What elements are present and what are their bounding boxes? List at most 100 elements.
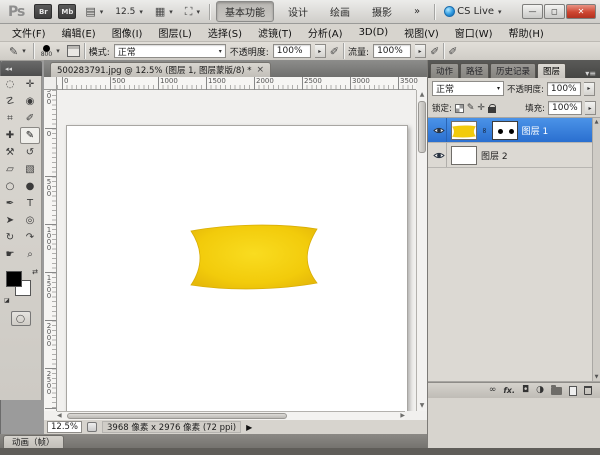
canvas-page[interactable]: [66, 125, 408, 411]
tool-clone-stamp[interactable]: ⚒: [0, 144, 20, 161]
menu-image[interactable]: 图像(I): [104, 25, 151, 40]
close-tab-icon[interactable]: ×: [257, 65, 265, 75]
menu-filter[interactable]: 滤镜(T): [250, 25, 300, 40]
workspace-photography-button[interactable]: 摄影: [364, 2, 400, 21]
arrange-documents-button[interactable]: ▦: [152, 5, 176, 18]
workspace-overflow-button[interactable]: »: [406, 4, 428, 19]
tool-path-selection[interactable]: ➤: [0, 212, 20, 229]
menu-edit[interactable]: 编辑(E): [54, 25, 104, 40]
tools-panel-collapse-button[interactable]: ◂◂: [1, 61, 42, 76]
minimize-button[interactable]: —: [522, 4, 543, 19]
canvas-pasteboard[interactable]: [57, 90, 416, 411]
tab-history[interactable]: 历史记录: [490, 63, 536, 78]
status-menu-arrow-icon[interactable]: ▶: [246, 423, 252, 432]
tool-lasso[interactable]: ☡: [0, 93, 20, 110]
tool-type[interactable]: T: [20, 195, 40, 212]
link-layers-icon[interactable]: ∞: [489, 386, 497, 395]
tool-gradient[interactable]: ▧: [20, 161, 40, 178]
tab-paths[interactable]: 路径: [460, 63, 489, 78]
layer-row-2[interactable]: 图层 2: [428, 143, 600, 168]
ruler-origin-box[interactable]: [44, 77, 57, 90]
foreground-color-swatch[interactable]: [6, 271, 22, 287]
screen-mode-button[interactable]: ⛶: [182, 5, 203, 18]
tool-healing-brush[interactable]: ✚: [0, 127, 20, 144]
layer-thumbnail[interactable]: [451, 121, 477, 140]
new-layer-icon[interactable]: [569, 386, 577, 396]
status-zoom-input[interactable]: 12.5%: [47, 421, 82, 433]
scroll-right-icon[interactable]: ▶: [400, 412, 405, 420]
lock-paint-icon[interactable]: ✎: [467, 104, 475, 113]
brush-preset-picker[interactable]: 800: [38, 44, 63, 59]
zoom-level-button[interactable]: 12.5: [112, 6, 146, 18]
tab-layers[interactable]: 图层: [537, 63, 566, 78]
menu-window[interactable]: 窗口(W): [447, 25, 501, 40]
tool-dodge[interactable]: ●: [20, 178, 40, 195]
bridge-button[interactable]: Br: [34, 4, 52, 19]
new-group-icon[interactable]: [551, 387, 562, 395]
adjustment-layer-icon[interactable]: ◑: [536, 386, 544, 395]
brush-tool-preset-button[interactable]: ✎: [6, 45, 29, 58]
layer-row-1[interactable]: ∞ 图层 1: [428, 118, 600, 143]
tool-3d-object-rotate[interactable]: ↻: [0, 229, 20, 246]
layer-mask-thumbnail[interactable]: [492, 121, 518, 140]
flow-slider-button[interactable]: [415, 44, 426, 58]
flow-input[interactable]: 100%: [373, 44, 411, 58]
animation-frames-tab[interactable]: 动画（帧）: [3, 435, 64, 448]
tool-pen[interactable]: ✒: [0, 195, 20, 212]
view-extras-button[interactable]: ▤: [82, 5, 106, 18]
maximize-button[interactable]: ◻: [544, 4, 565, 19]
mask-link-icon[interactable]: ∞: [480, 127, 489, 134]
airbrush-icon[interactable]: ✐: [330, 46, 339, 57]
layer-name[interactable]: 图层 2: [481, 149, 508, 162]
workspace-painting-button[interactable]: 绘画: [322, 2, 358, 21]
horizontal-scroll-thumb[interactable]: [67, 413, 287, 419]
tool-blur[interactable]: ○: [0, 178, 20, 195]
menu-file[interactable]: 文件(F): [4, 25, 54, 40]
lock-all-icon[interactable]: [488, 104, 496, 113]
tab-actions[interactable]: 动作: [430, 63, 459, 78]
layer-blend-mode-select[interactable]: 正常 ▾: [432, 81, 504, 96]
workspace-design-button[interactable]: 设计: [280, 2, 316, 21]
quick-mask-button[interactable]: ◯: [11, 311, 31, 326]
menu-select[interactable]: 选择(S): [200, 25, 250, 40]
tool-eraser[interactable]: ▱: [0, 161, 20, 178]
menu-layer[interactable]: 图层(L): [150, 25, 199, 40]
scroll-up-icon[interactable]: ▲: [595, 119, 599, 125]
scroll-up-icon[interactable]: ▲: [417, 90, 427, 100]
layer-thumbnail[interactable]: [451, 146, 477, 165]
minibridge-button[interactable]: Mb: [58, 4, 76, 19]
document-tab[interactable]: 500283791.jpg @ 12.5% (图层 1, 图层蒙版/8) * ×: [50, 62, 271, 77]
opacity-input[interactable]: 100%: [273, 44, 311, 58]
visibility-toggle[interactable]: [431, 143, 447, 167]
tool-zoom[interactable]: ⌕: [20, 246, 40, 263]
scroll-down-icon[interactable]: ▼: [417, 401, 427, 411]
layer-fill-slider-button[interactable]: [585, 101, 596, 115]
scroll-down-icon[interactable]: ▼: [595, 374, 599, 380]
workspace-essentials-button[interactable]: 基本功能: [216, 1, 274, 22]
layer-style-icon[interactable]: fx.: [503, 387, 515, 395]
cs-live-button[interactable]: CS Live: [441, 5, 504, 18]
opacity-slider-button[interactable]: [315, 44, 326, 58]
tool-eyedropper[interactable]: ✐: [20, 110, 40, 127]
lock-transparency-icon[interactable]: [455, 104, 464, 113]
blend-mode-select[interactable]: 正常 ▾: [114, 44, 226, 58]
lock-position-icon[interactable]: ✛: [477, 104, 485, 113]
default-colors-icon[interactable]: ◪: [4, 297, 10, 304]
tool-hand[interactable]: ☛: [0, 246, 20, 263]
add-layer-mask-icon[interactable]: ◘: [522, 386, 529, 395]
horizontal-scrollbar[interactable]: ◀ ▶: [57, 411, 405, 420]
tool-crop[interactable]: ⌗: [0, 110, 20, 127]
tool-elliptical-marquee[interactable]: ◌: [0, 76, 20, 93]
tool-quick-selection[interactable]: ◉: [20, 93, 40, 110]
vertical-scrollbar[interactable]: ▲ ▼: [416, 90, 427, 411]
tool-brush[interactable]: ✎: [20, 127, 40, 144]
menu-analysis[interactable]: 分析(A): [300, 25, 351, 40]
menu-view[interactable]: 视图(V): [396, 25, 447, 40]
panel-scrollbar[interactable]: ▲ ▼: [592, 118, 600, 381]
vertical-scroll-thumb[interactable]: [418, 101, 426, 153]
tablet-pressure-icon[interactable]: ✐: [448, 46, 457, 57]
layer-opacity-slider-button[interactable]: [584, 82, 595, 96]
layer-name[interactable]: 图层 1: [522, 124, 549, 137]
airbrush-toggle-icon[interactable]: ✐: [430, 46, 439, 57]
menu-3d[interactable]: 3D(D): [351, 27, 397, 38]
